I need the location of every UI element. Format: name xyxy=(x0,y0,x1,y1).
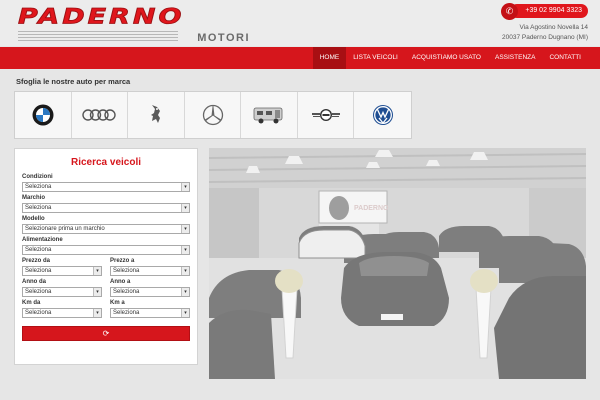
prezzo-a-value: Seleziona xyxy=(113,268,140,274)
phone-number[interactable]: +39 02 9904 3323 xyxy=(510,4,588,18)
anno-da-value: Seleziona xyxy=(25,289,52,295)
brand-tile-camper[interactable] xyxy=(241,92,298,138)
chevron-down-icon: ▾ xyxy=(181,267,189,275)
km-a-value: Seleziona xyxy=(113,310,140,316)
marchio-select[interactable]: Seleziona ▾ xyxy=(22,203,190,213)
condizioni-value: Seleziona xyxy=(25,184,52,190)
nav-acquistiamo-usato[interactable]: ACQUISTIAMO USATO xyxy=(405,47,488,69)
chevron-down-icon: ▾ xyxy=(181,246,189,254)
alimentazione-select[interactable]: Seleziona ▾ xyxy=(22,245,190,255)
nav-home[interactable]: HOME xyxy=(312,47,347,69)
logo-speed-lines xyxy=(18,31,178,42)
main-navbar: HOME LISTA VEICOLI ACQUISTIAMO USATO ASS… xyxy=(0,47,600,69)
brand-tile-volkswagen[interactable] xyxy=(354,92,412,138)
marchio-value: Seleziona xyxy=(25,205,52,211)
loading-spinner-icon: ⟳ xyxy=(102,329,110,338)
showroom-image: PADERNO xyxy=(209,148,586,379)
brand-tile-mini[interactable] xyxy=(297,92,355,138)
prezzo-row: Prezzo da Seleziona ▾ Prezzo a Seleziona ▾ xyxy=(22,255,190,276)
vehicle-search-form: Ricerca veicoli Condizioni Seleziona ▾ Ma… xyxy=(14,148,198,365)
nav-contatti[interactable]: CONTATTI xyxy=(542,47,588,69)
chevron-down-icon: ▾ xyxy=(181,204,189,212)
bmw-logo-icon xyxy=(32,104,54,126)
brand-tile-bmw[interactable] xyxy=(15,92,72,138)
nav-lista-veicoli[interactable]: LISTA VEICOLI xyxy=(346,47,405,69)
brand-strip xyxy=(14,91,412,139)
logo-subtitle: MOTORI xyxy=(197,32,250,44)
camper-logo-icon xyxy=(253,107,283,124)
marchio-label: Marchio xyxy=(22,195,46,201)
modello-value: Selezionare prima un marchio xyxy=(25,226,105,232)
contact-block: +39 02 9904 3323 ✆ Via Agostino Novella … xyxy=(438,3,588,44)
anno-a-label: Anno a xyxy=(110,279,131,285)
anno-a-value: Seleziona xyxy=(113,289,140,295)
nav-menu: HOME LISTA VEICOLI ACQUISTIAMO USATO ASS… xyxy=(312,47,588,69)
km-a-label: Km a xyxy=(110,300,125,306)
mini-logo-icon xyxy=(311,109,340,121)
chevron-down-icon: ▾ xyxy=(93,309,101,317)
audi-logo-icon xyxy=(82,109,117,121)
alimentazione-value: Seleziona xyxy=(25,247,52,253)
brands-heading: Sfoglia le nostre auto per marca xyxy=(16,77,131,86)
address-city: 20037 Paderno Dugnano (MI) xyxy=(501,34,588,41)
chevron-down-icon: ▾ xyxy=(181,225,189,233)
site-logo[interactable]: PADERNO MOTORI xyxy=(17,4,250,44)
nav-assistenza[interactable]: ASSISTENZA xyxy=(488,47,542,69)
condizioni-select[interactable]: Seleziona ▾ xyxy=(22,182,190,192)
km-row: Km da Seleziona ▾ Km a Seleziona ▾ xyxy=(22,297,190,318)
address-street: Via Agostino Novella 14 xyxy=(519,24,588,31)
km-da-label: Km da xyxy=(22,300,41,306)
km-da-value: Seleziona xyxy=(25,310,52,316)
anno-row: Anno da Seleziona ▾ Anno a Seleziona ▾ xyxy=(22,276,190,297)
anno-a-select[interactable]: Seleziona ▾ xyxy=(110,287,190,297)
prezzo-da-select[interactable]: Seleziona ▾ xyxy=(22,266,102,276)
logo-wordmark: PADERNO xyxy=(17,4,185,30)
mercedes-logo-icon xyxy=(202,104,223,126)
prezzo-da-label: Prezzo da xyxy=(22,258,51,264)
showroom-photo: PADERNO xyxy=(209,148,586,379)
km-a-select[interactable]: Seleziona ▾ xyxy=(110,308,190,318)
modello-select[interactable]: Selezionare prima un marchio ▾ xyxy=(22,224,190,234)
chevron-down-icon: ▾ xyxy=(93,267,101,275)
km-da-select[interactable]: Seleziona ▾ xyxy=(22,308,102,318)
prezzo-a-label: Prezzo a xyxy=(110,258,135,264)
chevron-down-icon: ▾ xyxy=(181,183,189,191)
prezzo-a-select[interactable]: Seleziona ▾ xyxy=(110,266,190,276)
volkswagen-logo-icon xyxy=(372,105,393,125)
chevron-down-icon: ▾ xyxy=(93,288,101,296)
brand-tile-audi[interactable] xyxy=(71,92,129,138)
chevron-down-icon: ▾ xyxy=(181,309,189,317)
brand-tile-peugeot[interactable] xyxy=(128,92,185,138)
alimentazione-label: Alimentazione xyxy=(22,237,63,243)
search-button[interactable]: ⟳ xyxy=(22,326,190,341)
phone-icon[interactable]: ✆ xyxy=(501,3,518,20)
brand-tile-mercedes[interactable] xyxy=(184,92,242,138)
chevron-down-icon: ▾ xyxy=(181,288,189,296)
modello-label: Modello xyxy=(22,216,45,222)
search-title: Ricerca veicoli xyxy=(70,157,142,168)
prezzo-da-value: Seleziona xyxy=(25,268,52,274)
anno-da-select[interactable]: Seleziona ▾ xyxy=(22,287,102,297)
condizioni-label: Condizioni xyxy=(22,174,53,180)
anno-da-label: Anno da xyxy=(22,279,46,285)
site-header: PADERNO MOTORI +39 02 9904 3323 ✆ Via Ag… xyxy=(0,0,600,46)
peugeot-logo-icon xyxy=(150,105,160,123)
